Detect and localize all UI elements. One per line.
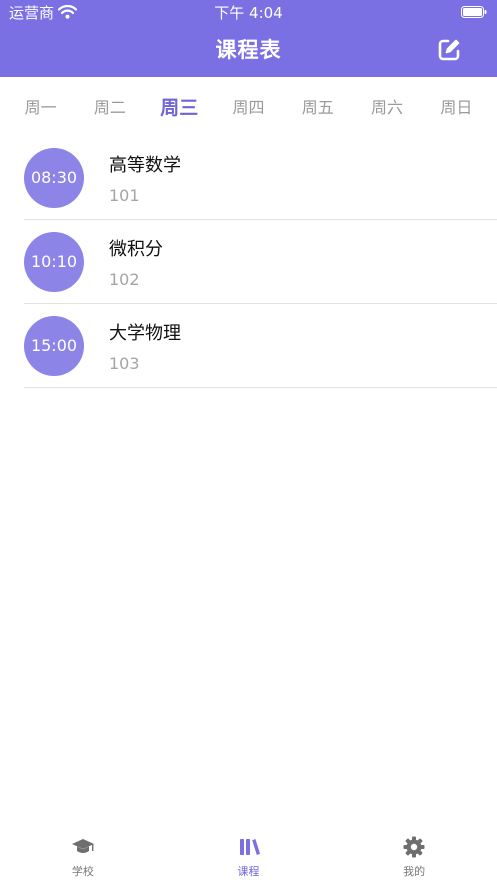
weekday-tabs: 周一 周二 周三 周四 周五 周六 周日 bbox=[6, 94, 491, 122]
tab-label: 我的 bbox=[403, 865, 426, 878]
tab-saturday[interactable]: 周六 bbox=[352, 94, 421, 122]
status-bar: 运营商 下午 4:04 bbox=[0, 0, 497, 26]
battery-icon bbox=[461, 6, 487, 18]
page-title: 课程表 bbox=[215, 38, 282, 62]
tab-school[interactable]: 学校 bbox=[0, 823, 166, 883]
books-icon bbox=[239, 839, 260, 855]
tab-sunday[interactable]: 周日 bbox=[422, 94, 491, 122]
course-room: 103 bbox=[109, 354, 140, 373]
tab-thursday[interactable]: 周四 bbox=[214, 94, 283, 122]
course-time-badge: 15:00 bbox=[24, 316, 84, 376]
course-room: 101 bbox=[109, 186, 140, 205]
gear-icon bbox=[403, 836, 425, 858]
graduation-cap-icon bbox=[71, 839, 94, 853]
course-name: 微积分 bbox=[109, 239, 163, 260]
tab-label: 课程 bbox=[237, 865, 260, 878]
tab-monday[interactable]: 周一 bbox=[6, 94, 75, 122]
tab-tuesday[interactable]: 周二 bbox=[75, 94, 144, 122]
tab-wednesday[interactable]: 周三 bbox=[145, 94, 214, 122]
tab-courses[interactable]: 课程 bbox=[166, 823, 332, 883]
course-list: 08:30 高等数学 101 10:10 微积分 102 15:00 大学物理 … bbox=[0, 136, 497, 388]
app-header: 运营商 下午 4:04 课程表 bbox=[0, 0, 497, 77]
course-name: 大学物理 bbox=[109, 323, 181, 344]
edit-icon[interactable] bbox=[436, 37, 462, 63]
course-name: 高等数学 bbox=[109, 155, 181, 176]
list-item[interactable]: 10:10 微积分 102 bbox=[0, 220, 497, 304]
bottom-tab-bar: 学校 课程 我的 bbox=[0, 823, 497, 883]
tab-label: 学校 bbox=[71, 865, 94, 878]
course-time-badge: 10:10 bbox=[24, 232, 84, 292]
course-room: 102 bbox=[109, 270, 140, 289]
tab-mine[interactable]: 我的 bbox=[331, 823, 497, 883]
status-time: 下午 4:04 bbox=[214, 4, 283, 22]
list-item[interactable]: 08:30 高等数学 101 bbox=[0, 136, 497, 220]
list-item[interactable]: 15:00 大学物理 103 bbox=[0, 304, 497, 388]
course-time-badge: 08:30 bbox=[24, 148, 84, 208]
tab-friday[interactable]: 周五 bbox=[283, 94, 352, 122]
